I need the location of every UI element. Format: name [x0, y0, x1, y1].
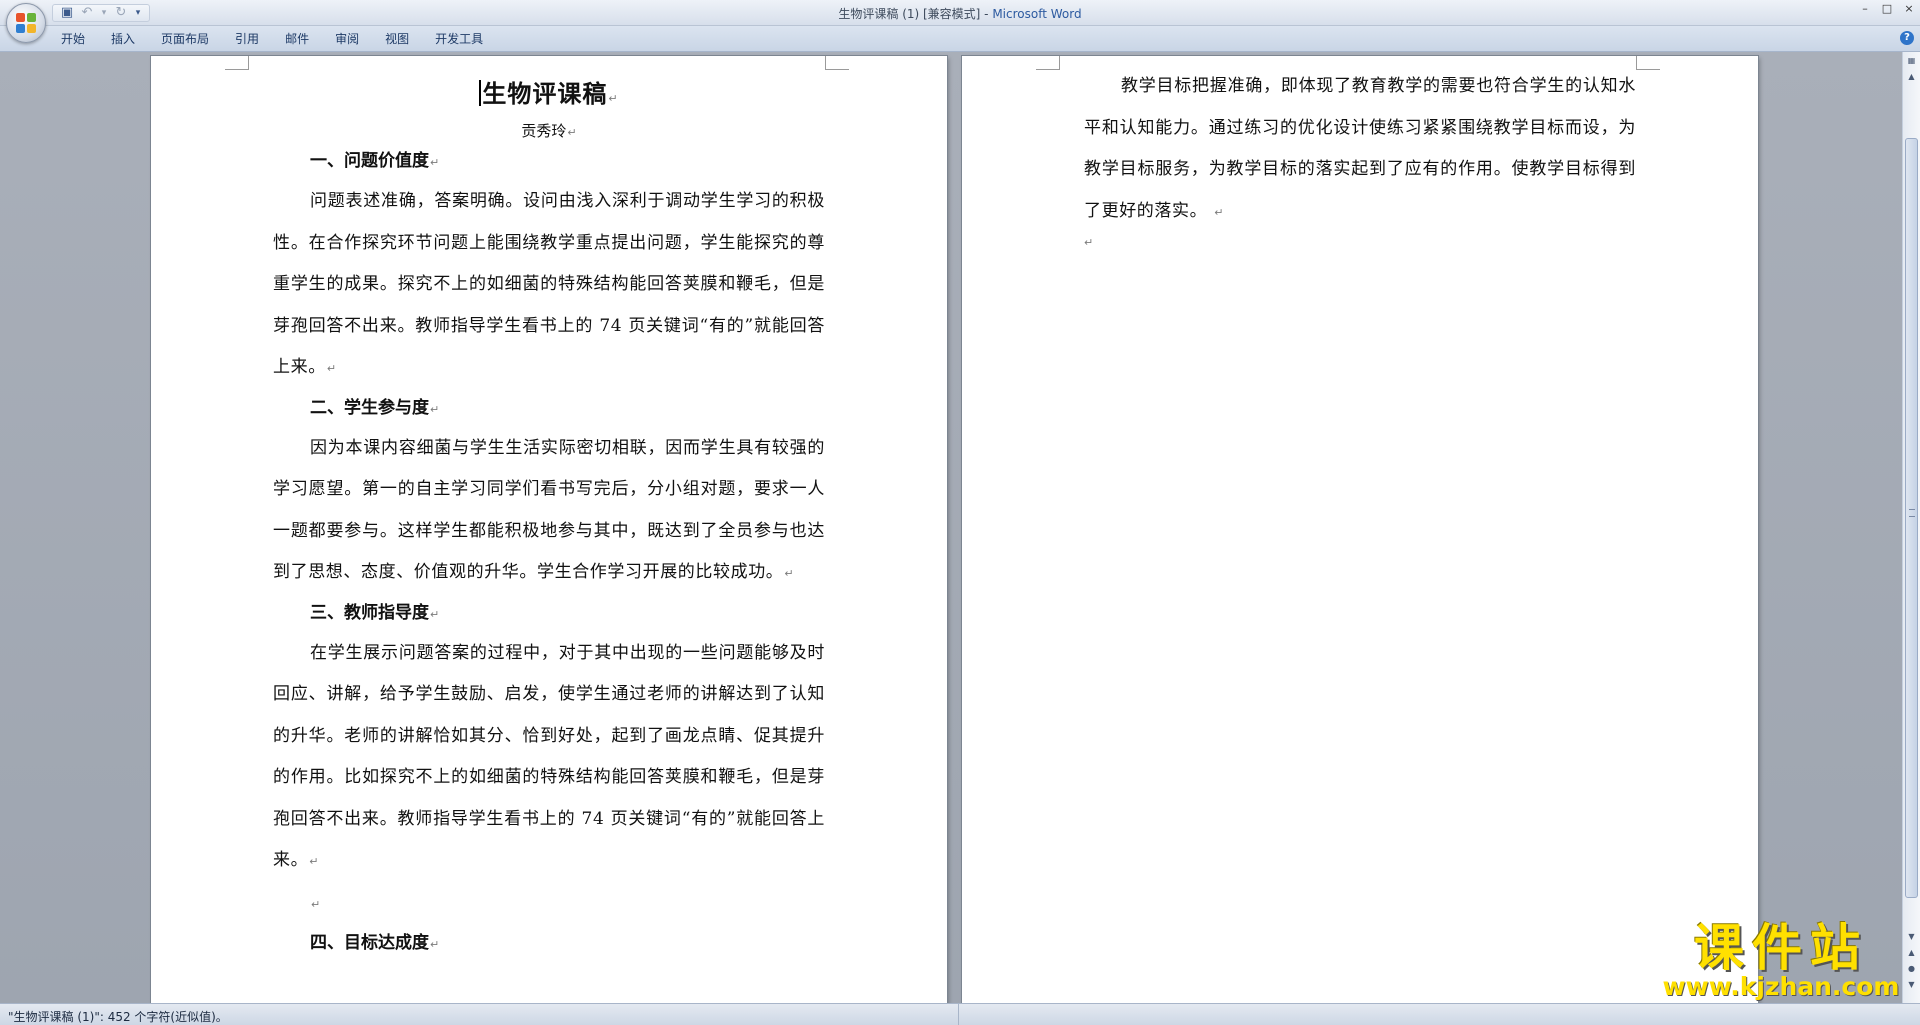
watermark-url: www.kjzhan.com	[1662, 972, 1900, 1001]
document-title: 生物评课稿↵	[151, 74, 947, 109]
crop-mark	[825, 56, 849, 70]
document-author: 贡秀玲↵	[521, 122, 577, 140]
app-name: Microsoft Word	[992, 7, 1082, 21]
help-icon[interactable]: ?	[1900, 31, 1914, 45]
section-paragraph: 在学生展示问题答案的过程中，对于其中出现的一些问题能够及时回应、讲解，给予学生鼓…	[273, 642, 825, 871]
tab-home[interactable]: 开始	[48, 30, 98, 48]
title-bar: ▣ ↶ ▾ ↻ ▾ 生物评课稿 (1) [兼容模式] - Microsoft W…	[0, 0, 1920, 26]
document-page-1[interactable]: 生物评课稿↵ 贡秀玲↵ 一、问题价值度↵ 问题表述准确，答案明确。设问由浅入深利…	[151, 56, 947, 1003]
scroll-up-icon[interactable]: ▲	[1905, 70, 1918, 83]
paragraph-mark: ↵	[1084, 236, 1094, 249]
office-button[interactable]	[6, 3, 46, 43]
section-paragraph: 因为本课内容细菌与学生生活实际密切相联，因而学生具有较强的学习愿望。第一的自主学…	[273, 437, 825, 583]
empty-paragraph: ↵	[311, 897, 321, 911]
document-name: 生物评课稿 (1) [兼容模式] -	[838, 7, 993, 21]
minimize-button[interactable]: –	[1858, 2, 1872, 16]
maximize-button[interactable]: □	[1880, 2, 1894, 16]
section-heading: 二、学生参与度↵	[310, 397, 440, 418]
crop-mark	[225, 56, 249, 70]
next-page-icon[interactable]: ▼	[1905, 978, 1918, 991]
section-heading: 四、目标达成度↵	[310, 932, 440, 953]
ribbon: 开始 插入 页面布局 引用 邮件 审阅 视图 开发工具 ?	[0, 26, 1920, 52]
tab-references[interactable]: 引用	[222, 30, 272, 48]
section-paragraph: 问题表述准确，答案明确。设问由浅入深利于调动学生学习的积极性。在合作探究环节问题…	[273, 191, 825, 377]
close-button[interactable]: ×	[1902, 2, 1916, 16]
tab-developer[interactable]: 开发工具	[422, 30, 496, 48]
previous-page-icon[interactable]: ▲	[1905, 946, 1918, 959]
tab-insert[interactable]: 插入	[98, 30, 148, 48]
status-divider	[958, 1004, 959, 1025]
crop-mark	[1636, 56, 1660, 70]
scrollbar-thumb[interactable]	[1905, 138, 1918, 898]
tab-review[interactable]: 审阅	[322, 30, 372, 48]
section-heading: 三、教师指导度↵	[310, 602, 440, 623]
office-logo-icon	[16, 13, 37, 34]
word-count-status[interactable]: "生物评课稿 (1)": 452 个字符(近似值)。	[8, 1008, 228, 1025]
status-bar: "生物评课稿 (1)": 452 个字符(近似值)。	[0, 1003, 1920, 1025]
document-page-2[interactable]: 教学目标把握准确，即体现了教育教学的需要也符合学生的认知水平和认知能力。通过练习…	[962, 56, 1758, 1003]
document-workspace: 生物评课稿↵ 贡秀玲↵ 一、问题价值度↵ 问题表述准确，答案明确。设问由浅入深利…	[0, 52, 1902, 1003]
vertical-scrollbar[interactable]: ▦ ▲ ▼ ▲ ● ▼	[1902, 52, 1920, 1003]
section-heading: 一、问题价值度↵	[310, 151, 440, 171]
window-title: 生物评课稿 (1) [兼容模式] - Microsoft Word	[0, 5, 1920, 22]
scroll-down-icon[interactable]: ▼	[1905, 930, 1918, 943]
crop-mark	[1036, 56, 1060, 70]
watermark-main-text: 课件站	[1694, 919, 1868, 977]
document-body: 教学目标把握准确，即体现了教育教学的需要也符合学生的认知水平和认知能力。通过练习…	[1084, 66, 1636, 249]
tab-page-layout[interactable]: 页面布局	[148, 30, 222, 48]
window-controls: – □ ×	[1858, 2, 1916, 16]
tab-view[interactable]: 视图	[372, 30, 422, 48]
tab-mailings[interactable]: 邮件	[272, 30, 322, 48]
ribbon-tabs: 开始 插入 页面布局 引用 邮件 审阅 视图 开发工具	[48, 30, 496, 48]
scrollbar-grip	[1909, 509, 1915, 517]
watermark-logo: 课件站 www.kjzhan.com	[1662, 922, 1900, 1002]
ruler-toggle-icon[interactable]: ▦	[1905, 54, 1918, 67]
section-paragraph: 教学目标把握准确，即体现了教育教学的需要也符合学生的认知水平和认知能力。通过练习…	[1084, 76, 1636, 221]
select-browse-object-icon[interactable]: ●	[1905, 962, 1918, 975]
document-body: 一、问题价值度↵ 问题表述准确，答案明确。设问由浅入深利于调动学生学习的积极性。…	[273, 149, 825, 957]
